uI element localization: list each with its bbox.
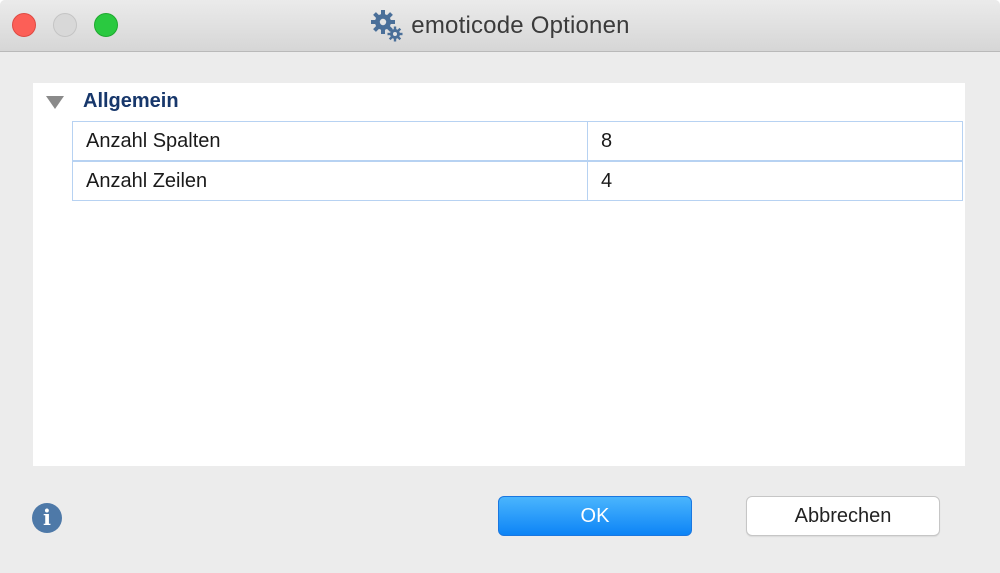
ok-button[interactable]: OK [498, 496, 692, 536]
property-row[interactable]: Anzahl Zeilen 4 [72, 161, 963, 201]
group-label: Allgemein [83, 90, 179, 112]
property-value-input[interactable]: 8 [587, 121, 963, 161]
cancel-button[interactable]: Abbrechen [746, 496, 940, 536]
property-value-input[interactable]: 4 [587, 161, 963, 201]
gears-icon [370, 9, 404, 43]
group-header-allgemein[interactable]: Allgemein [33, 83, 965, 121]
title-bar[interactable]: emoticode Optionen [0, 0, 1000, 52]
disclosure-triangle-icon[interactable] [46, 96, 64, 109]
property-sheet: Allgemein Anzahl Spalten 8 Anzahl Zeilen… [33, 83, 965, 466]
property-name: Anzahl Zeilen [72, 161, 589, 201]
options-dialog: emoticode Optionen Allgemein Anzahl Spal… [0, 0, 1000, 573]
property-name: Anzahl Spalten [72, 121, 589, 161]
info-icon[interactable]: i [32, 503, 62, 533]
window-title: emoticode Optionen [411, 11, 630, 39]
property-row[interactable]: Anzahl Spalten 8 [72, 121, 963, 161]
title-area: emoticode Optionen [0, 0, 1000, 51]
